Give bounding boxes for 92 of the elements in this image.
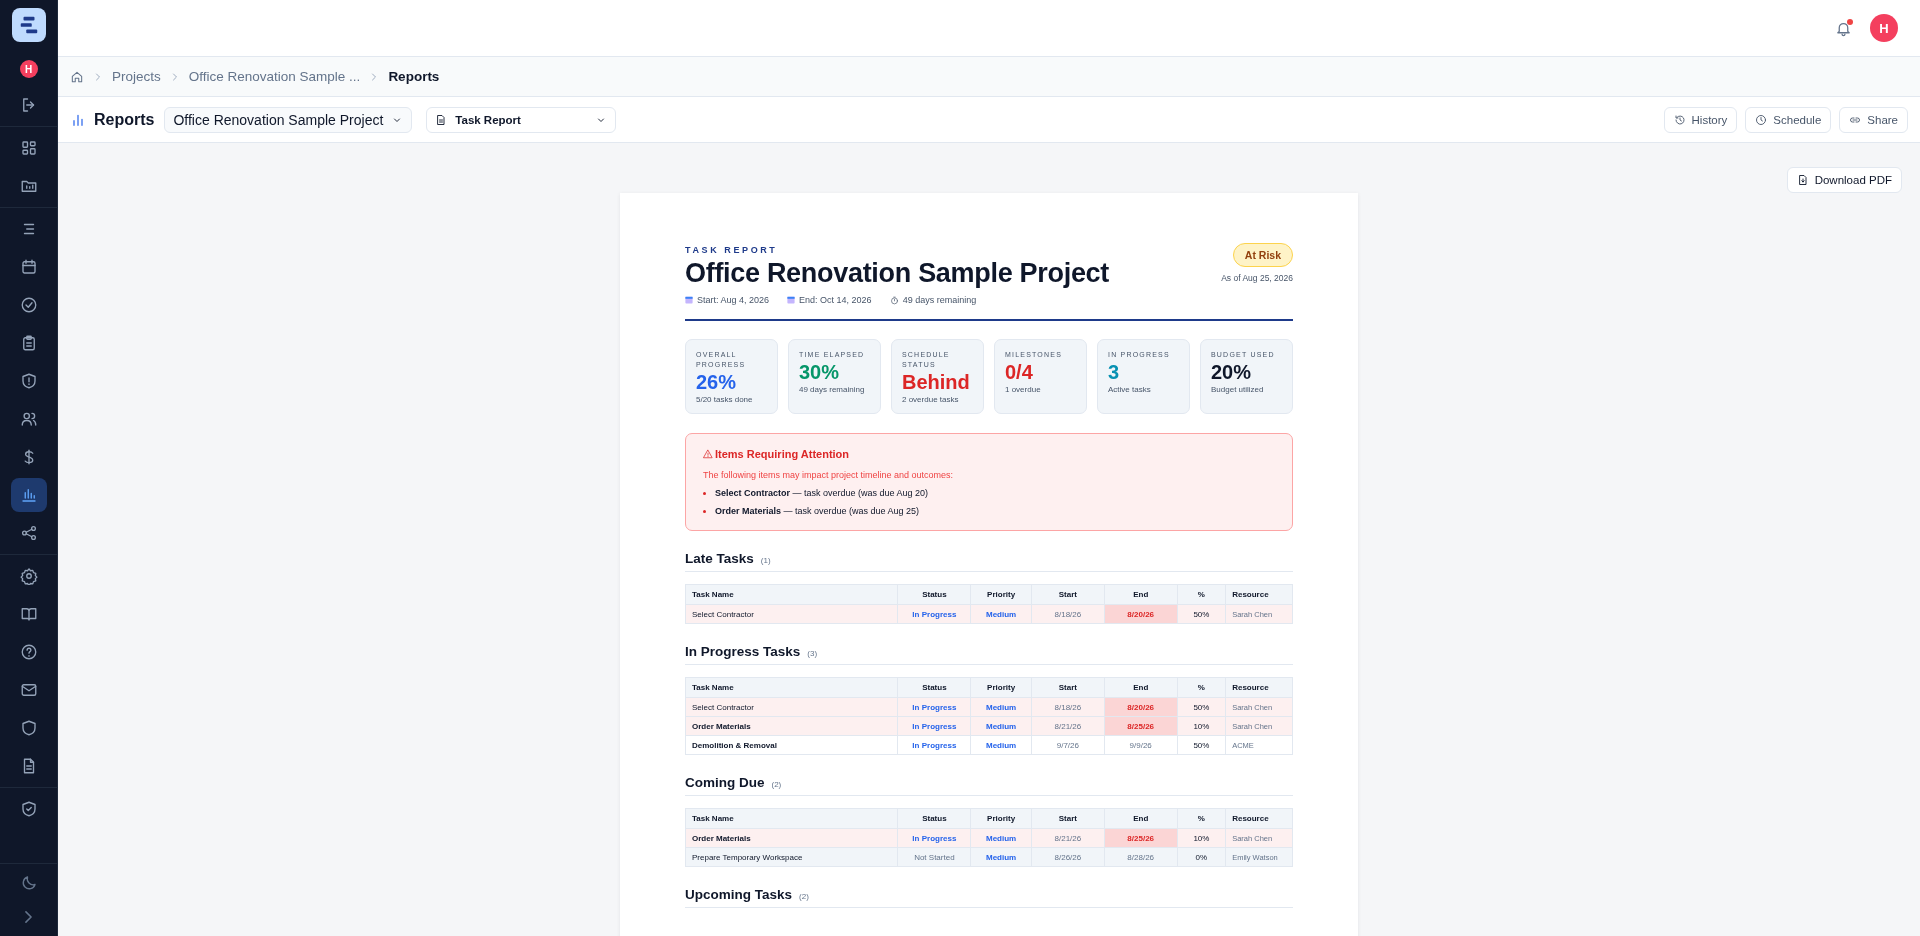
section-title: Late Tasks: [685, 551, 754, 566]
calendar-icon: [685, 296, 693, 304]
column-header: %: [1177, 584, 1226, 605]
report-date-info: End: Oct 14, 2026: [799, 295, 872, 305]
column-header: Resource: [1225, 808, 1293, 829]
metric-value: 30%: [799, 361, 841, 384]
column-header: Status: [897, 584, 971, 605]
metric-value: Behind: [902, 371, 971, 394]
column-header: Priority: [970, 677, 1032, 698]
bullet-icon: [703, 509, 706, 513]
column-header: Status: [897, 808, 971, 829]
column-header: Priority: [970, 808, 1032, 829]
breadcrumb-link[interactable]: Office Renovation Sample ...: [188, 69, 361, 84]
metric-caption: 2 overdue tasks: [902, 395, 960, 405]
column-header: Start: [1031, 808, 1105, 829]
report-date-info: 49 days remaining: [902, 295, 977, 305]
attention-title: Items Requiring Attention: [715, 448, 850, 460]
section-title: Upcoming Tasks: [685, 887, 793, 902]
section-count: (2): [799, 892, 809, 901]
chevron-right-icon: [25, 911, 32, 923]
column-header: %: [1177, 808, 1226, 829]
warning-icon: [703, 449, 713, 459]
metric-caption: 5/20 tasks done: [696, 395, 754, 405]
section-count: (2): [771, 780, 782, 789]
attention-item: Order Materials — task overdue (was due Aug 25): [715, 506, 920, 516]
metric-value: 0/4: [1005, 361, 1034, 384]
user-avatar[interactable]: H: [19, 60, 38, 78]
column-header: Start: [1031, 677, 1105, 698]
metric-caption: 1 overdue: [1005, 385, 1042, 395]
download-pdf-button[interactable]: Download PDF: [1786, 167, 1902, 193]
user-avatar[interactable]: H: [1870, 14, 1898, 42]
users-icon: [19, 410, 38, 428]
column-header: Task Name: [685, 677, 898, 698]
report-eyebrow: TASK REPORT: [685, 245, 779, 255]
status-badge: At Risk: [1232, 243, 1293, 267]
help-icon: [19, 643, 38, 661]
grid-icon: [19, 139, 38, 157]
attention-intro: The following items may impact project timeline and outcomes:: [703, 470, 955, 480]
column-header: End: [1104, 677, 1178, 698]
column-header: %: [1177, 677, 1226, 698]
schedule-button[interactable]: Schedule: [1745, 106, 1832, 133]
shield-check-icon: [19, 800, 38, 818]
column-header: Resource: [1225, 584, 1293, 605]
section-count: (1): [760, 556, 771, 565]
file-download-icon: [1796, 174, 1809, 186]
stopwatch-icon: [889, 295, 899, 305]
check-circle-icon: [19, 296, 38, 314]
metric-value: 26%: [696, 371, 738, 394]
column-header: End: [1104, 808, 1178, 829]
metric-value: 20%: [1211, 361, 1253, 384]
column-header: Task Name: [685, 584, 898, 605]
column-header: End: [1104, 584, 1178, 605]
sidebar-item[interactable]: [10, 478, 47, 512]
clock-icon: [1755, 113, 1768, 126]
calendar-icon: [19, 258, 38, 276]
notification-button[interactable]: [1835, 19, 1852, 37]
bullet-icon: [703, 491, 706, 495]
document-icon: [435, 113, 448, 126]
history-icon: [1673, 113, 1686, 126]
report-title: Office Renovation Sample Project: [685, 258, 1109, 289]
bar-chart-icon: [19, 486, 38, 504]
shield-icon: [19, 719, 38, 737]
breadcrumb-link[interactable]: Projects: [112, 69, 161, 84]
shield-alert-icon: [19, 372, 38, 390]
page-title: Reports: [94, 110, 155, 129]
metric-caption: 49 days remaining: [799, 385, 866, 395]
breadcrumb-current: Reports: [388, 69, 440, 84]
share-button[interactable]: Share: [1839, 106, 1908, 133]
book-icon: [19, 605, 38, 623]
column-header: Resource: [1225, 677, 1293, 698]
share-icon: [19, 524, 38, 542]
column-header: Start: [1031, 584, 1105, 605]
calendar-icon: [787, 296, 796, 304]
section-title: In Progress Tasks: [685, 644, 801, 659]
section-count: (3): [807, 649, 818, 658]
report-date-info: Start: Aug 4, 2026: [697, 295, 770, 305]
section-title: Coming Due: [685, 775, 765, 790]
as-of-date: As of Aug 25, 2026: [1221, 273, 1293, 283]
report-type-select[interactable]: Task Report: [426, 106, 617, 133]
mail-icon: [19, 681, 38, 699]
home-icon: [70, 69, 84, 84]
app-logo[interactable]: [11, 8, 46, 42]
column-header: Priority: [970, 584, 1032, 605]
settings-icon: [19, 567, 38, 585]
metric-value: 3: [1108, 361, 1121, 384]
attention-item: Select Contractor — task overdue (was due Aug 20): [715, 488, 929, 498]
project-select[interactable]: Office Renovation Sample Project: [164, 106, 413, 133]
column-header: Task Name: [685, 808, 898, 829]
metric-caption: Budget utilized: [1211, 385, 1265, 395]
history-button[interactable]: History: [1663, 106, 1738, 133]
column-header: Status: [897, 677, 971, 698]
metric-caption: Active tasks: [1108, 385, 1152, 395]
